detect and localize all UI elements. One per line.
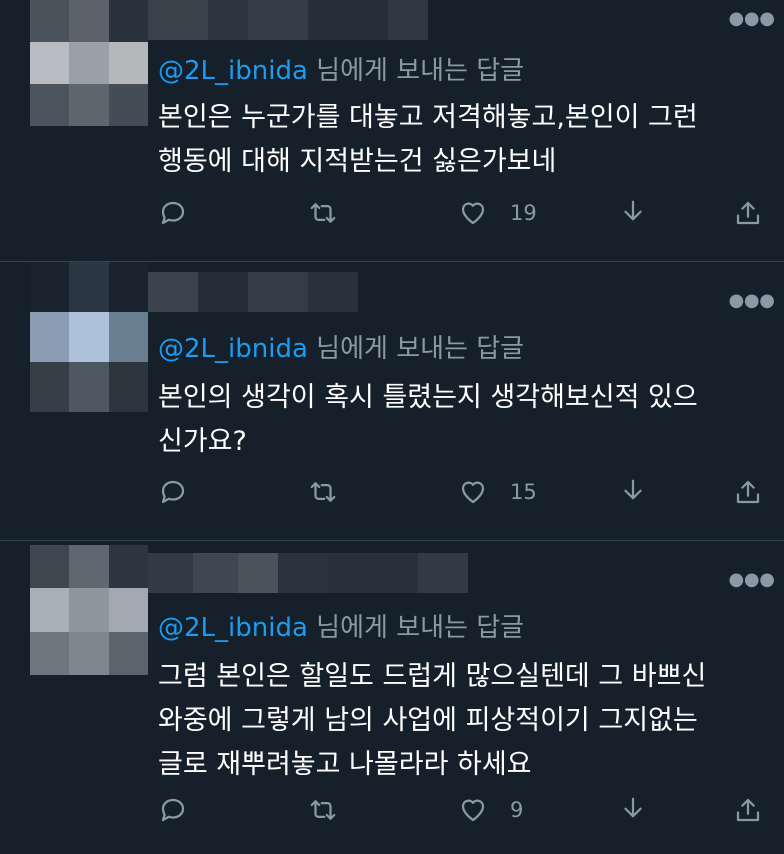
reply-handle[interactable]: @2L_ibnida (158, 613, 308, 643)
download-icon (624, 479, 642, 500)
more-icon[interactable]: ● ● ● (728, 8, 775, 29)
share-button[interactable] (733, 477, 763, 507)
tweet-actions: 9 (158, 795, 768, 831)
reply-label: 님에게 보내는 답글 (307, 613, 525, 643)
tweet-text: 그럼 본인은 할일도 드럽게 많으실텐데 그 바쁘신 와중에 그렇게 남의 사업… (158, 661, 707, 780)
display-name-pixelated[interactable] (148, 553, 468, 593)
retweet-button[interactable] (308, 795, 338, 825)
retweet-button[interactable] (308, 477, 338, 507)
reply-label: 님에게 보내는 답글 (307, 56, 525, 86)
download-button[interactable] (618, 795, 648, 825)
tweet-text: 본인은 누군가를 대놓고 저격해놓고,본인이 그런 행동에 대해 지적받는건 싫… (158, 102, 698, 177)
display-name-pixelated[interactable] (148, 0, 428, 40)
heart-icon (461, 202, 485, 225)
display-name-pixelated[interactable] (148, 272, 358, 312)
reply-context: @2L_ibnida 님에게 보내는 답글 (158, 607, 524, 644)
share-icon (736, 480, 760, 504)
reply-handle[interactable]: @2L_ibnida (158, 334, 308, 364)
retweet-icon (310, 203, 336, 223)
more-icon[interactable]: ● ● ● (728, 569, 775, 590)
retweet-icon (310, 800, 336, 820)
download-button[interactable] (618, 477, 648, 507)
tweet-text: 본인의 생각이 혹시 틀렸는지 생각해보신적 있으 신가요? (158, 382, 698, 457)
reply-context: @2L_ibnida 님에게 보내는 답글 (158, 50, 524, 87)
avatar[interactable] (30, 545, 148, 675)
tweet-actions: 15 (158, 477, 768, 513)
download-icon (624, 797, 642, 818)
reply-button[interactable] (158, 477, 188, 507)
reply-label: 님에게 보내는 답글 (307, 334, 525, 364)
download-button[interactable] (618, 198, 648, 228)
tweet-actions: 19 (158, 198, 768, 234)
reply-button[interactable] (158, 198, 188, 228)
reply-handle[interactable]: @2L_ibnida (158, 56, 308, 86)
share-icon (736, 201, 760, 225)
like-count: 15 (510, 480, 537, 504)
like-count: 9 (510, 798, 524, 822)
reply-button[interactable] (158, 795, 188, 825)
reply-icon (161, 798, 185, 822)
reply-context: @2L_ibnida 님에게 보내는 답글 (158, 328, 524, 365)
reply-icon (161, 201, 185, 225)
like-button[interactable]: 19 (458, 198, 537, 228)
tweet-2[interactable]: ● ● ● @2L_ibnida 님에게 보내는 답글 본인의 생각이 혹시 틀… (0, 262, 784, 541)
avatar[interactable] (30, 262, 148, 412)
share-icon (736, 798, 760, 822)
download-icon (624, 200, 642, 221)
retweet-button[interactable] (308, 198, 338, 228)
like-button[interactable]: 9 (458, 795, 523, 825)
share-button[interactable] (733, 198, 763, 228)
like-button[interactable]: 15 (458, 477, 537, 507)
like-count: 19 (510, 201, 537, 225)
reply-icon (161, 480, 185, 504)
tweet-3[interactable]: ● ● ● @2L_ibnida 님에게 보내는 답글 그럼 본인은 할일도 드… (0, 541, 784, 854)
tweet-1[interactable]: ● ● ● @2L_ibnida 님에게 보내는 답글 본인은 누군가를 대놓고… (0, 0, 784, 262)
heart-icon (461, 481, 485, 504)
avatar[interactable] (30, 0, 148, 126)
more-icon[interactable]: ● ● ● (728, 290, 775, 311)
heart-icon (461, 799, 485, 822)
share-button[interactable] (733, 795, 763, 825)
retweet-icon (310, 482, 336, 502)
